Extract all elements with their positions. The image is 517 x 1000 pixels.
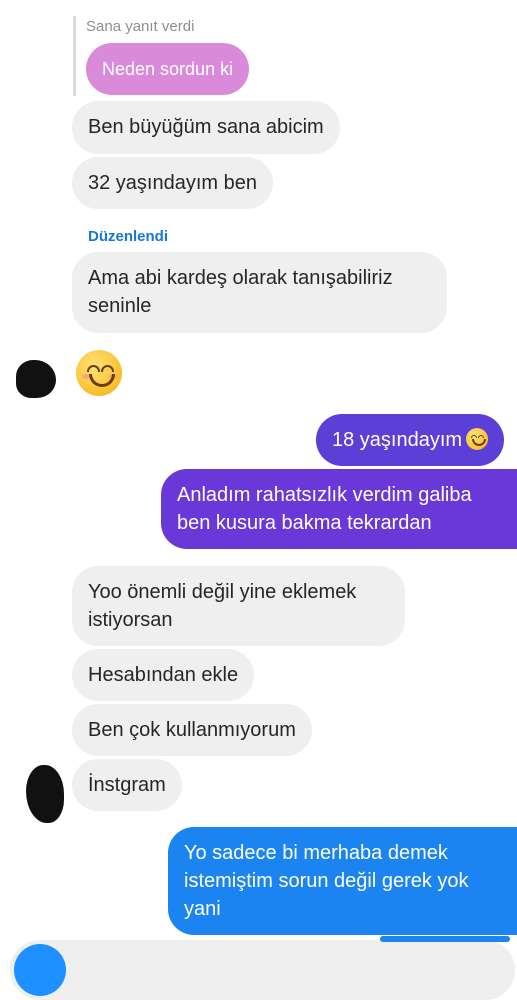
replied-message-bubble[interactable]: Neden sordun ki — [86, 43, 250, 95]
message-bubble-incoming[interactable]: Ben çok kullanmıyorum — [72, 704, 312, 756]
message-bubble-incoming[interactable]: Ben büyüğüm sana abicim — [72, 101, 340, 154]
message-bubble-outgoing[interactable]: Yo sadece bi merhaba demek istemiştim so… — [168, 827, 517, 935]
outgoing-bubble-edge — [380, 936, 510, 942]
message-bubble-incoming[interactable]: Yoo önemli değil yine eklemek istiyorsan — [72, 566, 405, 646]
message-bubble-incoming[interactable]: Ama abi kardeş olarak tanışabiliriz seni… — [72, 252, 447, 333]
message-bubble-incoming[interactable]: 32 yaşındayım ben — [72, 157, 273, 209]
edited-label: Düzenlendi — [88, 228, 169, 245]
camera-icon[interactable] — [14, 944, 66, 996]
message-bubble-incoming[interactable]: Hesabından ekle — [72, 649, 255, 701]
reply-label: Sana yanıt verdi — [86, 18, 195, 35]
message-composer[interactable] — [10, 940, 515, 1000]
message-bubble-incoming[interactable]: İnstgram — [72, 759, 182, 811]
message-text: 18 yaşındayım — [332, 429, 463, 451]
message-bubble-outgoing[interactable]: 18 yaşındayım — [316, 414, 505, 466]
smiling-face-emoji[interactable] — [76, 350, 122, 396]
smiling-face-icon — [466, 428, 489, 450]
sender-avatar[interactable] — [16, 360, 56, 398]
reply-indicator-bar — [73, 16, 76, 96]
message-bubble-outgoing[interactable]: Anladım rahatsızlık verdim galiba ben ku… — [161, 469, 517, 549]
sender-avatar[interactable] — [26, 765, 64, 823]
